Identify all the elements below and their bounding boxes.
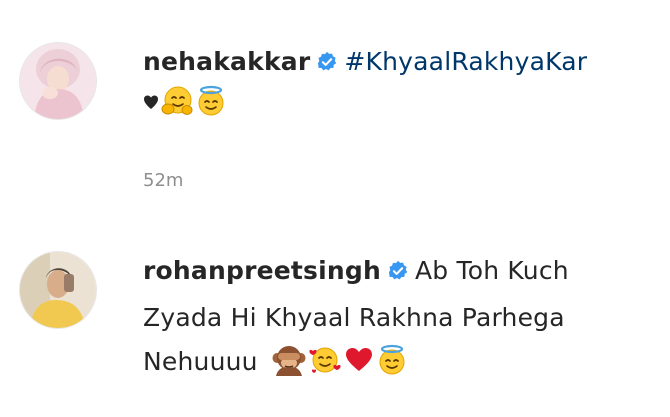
see-no-evil-monkey-icon bbox=[272, 344, 306, 376]
avatar-image bbox=[20, 43, 96, 119]
avatar-rohanpreetsingh[interactable] bbox=[20, 252, 96, 328]
comment-line-2 bbox=[143, 84, 653, 122]
comment-line-2: Zyada Hi Khyaal Rakhna Parhega bbox=[143, 299, 653, 337]
comment-line-1: nehakakkar #KhyaalRakhyaKar bbox=[143, 43, 653, 84]
comment-body: nehakakkar #KhyaalRakhyaKar bbox=[143, 43, 653, 122]
black-heart-icon bbox=[143, 89, 159, 117]
username-link[interactable]: rohanpreetsingh bbox=[143, 256, 381, 285]
comment-text-part-2: Zyada Hi Khyaal Rakhna Parhega bbox=[143, 303, 565, 332]
hashtag-link[interactable]: #KhyaalRakhyaKar bbox=[344, 47, 587, 76]
comment-body: rohanpreetsingh Ab Toh Kuch Zyada Hi Khya… bbox=[143, 252, 653, 381]
comment-text-part-1: Ab Toh Kuch bbox=[415, 256, 569, 285]
hugging-face-icon bbox=[161, 85, 193, 117]
avatar-nehakakkar[interactable] bbox=[20, 43, 96, 119]
smiling-face-with-halo-icon bbox=[376, 344, 408, 376]
red-heart-icon bbox=[344, 344, 374, 376]
avatar-image bbox=[20, 252, 96, 328]
verified-badge-icon bbox=[316, 46, 338, 84]
comment-text-part-3: Nehuuuu bbox=[143, 347, 258, 376]
smiling-face-with-hearts-icon bbox=[308, 344, 342, 376]
comment-timestamp[interactable]: 52m bbox=[143, 170, 183, 191]
comment-line-1: rohanpreetsingh Ab Toh Kuch bbox=[143, 252, 653, 293]
verified-badge-icon bbox=[387, 255, 409, 293]
comment-line-3: Nehuuuu bbox=[143, 343, 653, 381]
username-link[interactable]: nehakakkar bbox=[143, 47, 310, 76]
smiling-face-with-halo-icon bbox=[195, 85, 227, 117]
